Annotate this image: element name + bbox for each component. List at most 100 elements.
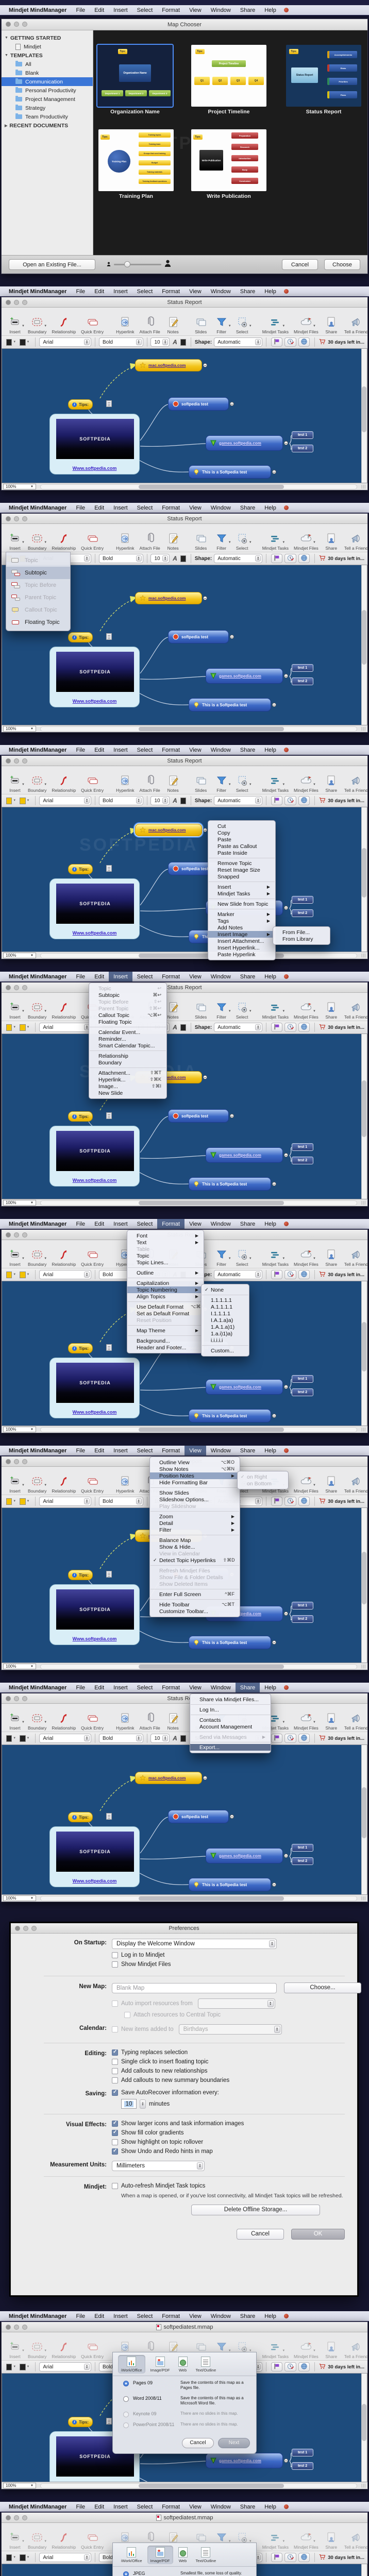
toolbar-button-select[interactable]: ▼Select — [234, 315, 252, 334]
menu-item-insert-attachment[interactable]: Insert Attachment... — [208, 938, 275, 944]
menubar-item-insert[interactable]: Insert — [109, 286, 132, 296]
minimize-button[interactable] — [14, 1696, 19, 1701]
toolbar-button-select[interactable]: ▼Select — [234, 1001, 252, 1020]
menu-item-background[interactable]: Background... — [127, 1337, 204, 1344]
collapse-handle[interactable] — [284, 674, 288, 678]
menubar-item-file[interactable]: File — [71, 1683, 90, 1692]
fill-color-swatch[interactable] — [6, 1735, 12, 1742]
tips-topic[interactable]: i Tips: — [68, 399, 93, 410]
menu-item-floating-topic[interactable]: Floating Topic — [89, 1019, 166, 1025]
flag-button[interactable] — [271, 796, 283, 805]
scrollbar-thumb[interactable] — [362, 386, 366, 433]
text-color-icon[interactable]: A — [173, 338, 177, 346]
font-style-select[interactable]: Bold▲▼ — [98, 554, 143, 563]
zoom-level[interactable]: 100% ▼ — [3, 2483, 36, 2488]
menubar-item-help[interactable]: Help — [260, 745, 281, 755]
fill-color-swatch[interactable] — [6, 1498, 12, 1505]
sidebar-item-all[interactable]: All — [2, 60, 93, 69]
close-button[interactable] — [6, 985, 11, 990]
menubar-item-view[interactable]: View — [184, 286, 206, 296]
menu-item-calendar-event[interactable]: Calendar Event... — [89, 1029, 166, 1036]
menubar-item-help[interactable]: Help — [260, 5, 281, 15]
menu-item-slideshow-options[interactable]: Slideshow Options... — [150, 1496, 240, 1503]
menu-item-relationship[interactable]: Relationship — [89, 1053, 166, 1059]
scrollbar-thumb[interactable] — [139, 2483, 284, 2488]
collapse-handle[interactable] — [284, 906, 288, 910]
menu-item-paste-hyperlink[interactable]: Paste Hyperlink — [208, 951, 275, 958]
subtopic-test-1[interactable]: test 1 — [292, 1375, 313, 1383]
subtopic-test-1[interactable]: test 1 — [292, 2449, 313, 2456]
new-map-field[interactable]: Blank Map — [112, 1982, 277, 1993]
review-button[interactable] — [284, 2553, 296, 2562]
menubar-item-file[interactable]: File — [71, 5, 90, 15]
menubar-item-help[interactable]: Help — [260, 2311, 281, 2321]
minimize-button[interactable] — [14, 1232, 19, 1238]
close-button[interactable] — [6, 22, 11, 27]
menubar-item-format[interactable]: Format — [157, 2502, 184, 2512]
review-button[interactable] — [284, 554, 296, 563]
menu-item-remove-topic[interactable]: Remove Topic — [208, 860, 275, 867]
topic-this-is-a-softpedia-test[interactable]: This is a Softpedia test — [189, 1177, 276, 1191]
menu-item-custom[interactable]: Custom... — [202, 1347, 249, 1354]
menu-item-detect-topic-hyperlinks[interactable]: ✓ Detect Topic Hyperlinks ⇧⌘D — [150, 1557, 240, 1564]
minimize-button[interactable] — [14, 758, 19, 764]
menubar-item-edit[interactable]: Edit — [90, 972, 109, 981]
toolbar-button-quick-entry[interactable]: Quick Entry — [81, 774, 104, 793]
collapse-handle[interactable] — [284, 441, 288, 445]
text-color-swatch[interactable] — [180, 338, 187, 346]
menu-item-reminder[interactable]: Reminder... — [89, 1036, 166, 1042]
text-color-swatch[interactable] — [180, 1735, 187, 1742]
menubar-item-edit[interactable]: Edit — [90, 503, 109, 513]
central-topic[interactable]: SOFTPEDIAWww.softpedia.com — [49, 1358, 140, 1418]
export-tab-image-pdf[interactable]: Image/PDF — [147, 2355, 173, 2374]
toolbar-button-select[interactable]: ▼Select — [234, 774, 252, 793]
close-button[interactable] — [6, 2515, 11, 2520]
toolbar-button-tell-a-friend[interactable]: Tell a Friend — [344, 532, 368, 551]
minimize-button[interactable] — [14, 2515, 19, 2520]
toolbar-button-hyperlink[interactable]: Hyperlink — [116, 532, 135, 551]
vertical-scrollbar[interactable] — [361, 1508, 367, 1664]
toolbar-button-attach-file[interactable]: Attach File — [140, 774, 160, 793]
central-topic[interactable]: SOFTPEDIAWww.softpedia.com — [49, 414, 140, 474]
checkbox[interactable] — [112, 2059, 118, 2065]
topic-games-softpedia[interactable]: !games.softpedia.com — [206, 435, 288, 451]
menubar-item-edit[interactable]: Edit — [90, 5, 109, 15]
text-color-swatch[interactable] — [180, 797, 187, 804]
fill-color-swatch[interactable] — [6, 338, 12, 346]
topic-mac-softpedia[interactable]: mac.softpedia.com — [135, 592, 207, 604]
menu-item-reset-image-size[interactable]: Reset Image Size — [208, 867, 275, 873]
zoom-level[interactable]: 100% ▼ — [3, 1427, 36, 1432]
menubar-item-format[interactable]: Format — [157, 2311, 184, 2321]
notes-icon[interactable] — [106, 400, 112, 407]
subtopic-test-2[interactable]: test 2 — [292, 677, 313, 685]
menu-item-filter[interactable]: Filter ▶ — [150, 1527, 240, 1533]
topic-this-is-a-softpedia-test[interactable]: This is a Softpedia test — [189, 698, 276, 711]
zoom-button[interactable] — [22, 22, 27, 27]
menu-item-image[interactable]: Image... ⇧⌘I — [89, 1083, 166, 1090]
menubar-item-mindjet-mindmanager[interactable]: Mindjet MindManager — [4, 2311, 71, 2321]
central-topic-link[interactable]: Www.softpedia.com — [50, 1410, 139, 1415]
menubar-item-insert[interactable]: Insert — [109, 1683, 132, 1692]
topic-games-softpedia[interactable]: !games.softpedia.com — [206, 668, 288, 684]
toolbar-button-mindjet-files[interactable]: ▼ Mindjet Files — [294, 315, 318, 334]
toolbar-button-mindjet-files[interactable]: ▼ Mindjet Files — [294, 1248, 318, 1267]
menubar-item-share[interactable]: Share — [236, 972, 260, 981]
menubar-item-window[interactable]: Window — [206, 286, 236, 296]
flag-button[interactable] — [271, 1497, 283, 1506]
toolbar-button-slides[interactable]: Slides — [193, 774, 209, 793]
menubar-item-select[interactable]: Select — [132, 2311, 158, 2321]
menubar-item-edit[interactable]: Edit — [90, 1683, 109, 1692]
shape-select[interactable]: Automatic▲▼ — [214, 796, 263, 805]
text-color-swatch[interactable] — [180, 1024, 187, 1031]
menubar-item-select[interactable]: Select — [132, 286, 158, 296]
topic-softpedia-test[interactable]: softpedia test — [168, 397, 234, 411]
toolbar-button-tell-a-friend[interactable]: Tell a Friend — [344, 1248, 368, 1267]
minimize-button[interactable] — [14, 300, 19, 305]
topic-softpedia-test[interactable]: softpedia test — [168, 630, 234, 643]
slider-track[interactable] — [114, 261, 161, 267]
vertical-scrollbar[interactable] — [361, 2374, 367, 2483]
toolbar-button-insert[interactable]: + ▼ Insert — [7, 1248, 25, 1267]
toolbar-button-filter[interactable]: ▼Filter — [214, 532, 231, 551]
toolbar-button-insert[interactable]: + ▼ Insert — [7, 1475, 25, 1494]
menu-item-show-notes[interactable]: Show Notes ⌥⌘N — [150, 1466, 240, 1472]
